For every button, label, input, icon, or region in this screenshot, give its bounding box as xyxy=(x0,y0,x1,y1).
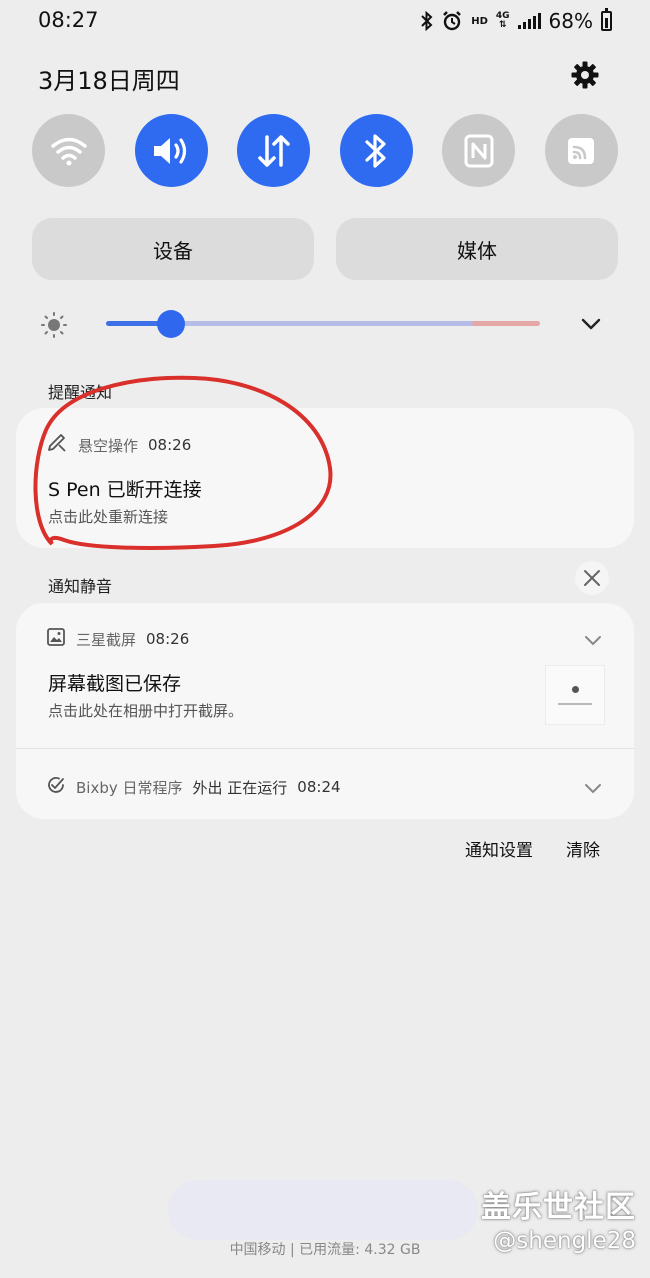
notification-settings-button[interactable]: 通知设置 xyxy=(465,836,533,861)
silent-section-label: 通知静音 xyxy=(48,577,113,596)
battery-percent: 68% xyxy=(548,9,593,33)
cast-icon xyxy=(568,137,595,164)
status-icons: HD 4G ⇅ 68% xyxy=(421,8,612,34)
bluetooth-status-icon xyxy=(421,11,433,31)
clear-button[interactable]: 清除 xyxy=(566,836,600,861)
device-button[interactable]: 设备 xyxy=(32,218,314,280)
dismiss-close-icon[interactable] xyxy=(575,561,609,595)
signal-icon xyxy=(517,13,541,29)
wifi-icon xyxy=(50,137,87,165)
screenshot-time: 08:26 xyxy=(146,630,190,648)
bixby-status: 外出 正在运行 xyxy=(192,778,288,797)
data-arrows-icon xyxy=(257,134,290,167)
bluetooth-toggle[interactable] xyxy=(339,114,413,187)
mobile-data-toggle[interactable] xyxy=(237,114,311,187)
media-button[interactable]: 媒体 xyxy=(336,218,618,280)
sound-toggle[interactable] xyxy=(134,114,208,187)
date-label: 3月18日周四 xyxy=(38,67,180,95)
wifi-toggle[interactable] xyxy=(32,114,105,187)
bixby-app-row[interactable]: Bixby 日常程序 外出 正在运行 08:24 xyxy=(46,775,341,799)
watermark-handle: @shengle28 xyxy=(493,1228,636,1254)
watermark-title: 盖乐世社区 xyxy=(481,1190,636,1225)
screenshot-expand-chevron-icon[interactable] xyxy=(584,632,602,651)
brightness-sun-icon xyxy=(40,311,68,339)
routine-check-icon xyxy=(46,775,66,799)
speaker-icon xyxy=(154,137,187,164)
brightness-slider-thumb[interactable] xyxy=(157,310,186,338)
hd-indicator: HD xyxy=(471,15,488,27)
screenshot-app-row[interactable]: 三星截屏 08:26 xyxy=(46,627,189,651)
cast-toggle[interactable] xyxy=(544,114,618,187)
network-type: 4G ⇅ xyxy=(495,11,510,30)
settings-gear-icon[interactable] xyxy=(570,60,600,90)
alarm-icon xyxy=(441,10,463,32)
nfc-toggle[interactable] xyxy=(442,114,516,187)
divider xyxy=(16,748,634,749)
screenshot-app-name: 三星截屏 xyxy=(76,630,137,649)
bixby-expand-chevron-icon[interactable] xyxy=(584,780,602,799)
bixby-time: 08:24 xyxy=(297,778,341,796)
red-circle-annotation xyxy=(33,375,333,550)
screenshot-thumbnail[interactable] xyxy=(545,665,605,725)
image-icon xyxy=(46,627,66,651)
bluetooth-icon xyxy=(365,133,386,168)
bixby-app-name: Bixby 日常程序 xyxy=(76,778,183,797)
quick-toggles xyxy=(32,114,618,188)
expand-chevron-icon[interactable] xyxy=(578,312,604,336)
screenshot-title: 屏幕截图已保存 xyxy=(48,673,182,695)
nfc-icon xyxy=(464,134,494,167)
status-time: 08:27 xyxy=(38,8,99,32)
handle-bar xyxy=(168,1180,478,1240)
screenshot-body: 点击此处在相册中打开截屏。 xyxy=(48,702,244,720)
battery-icon xyxy=(601,8,612,31)
